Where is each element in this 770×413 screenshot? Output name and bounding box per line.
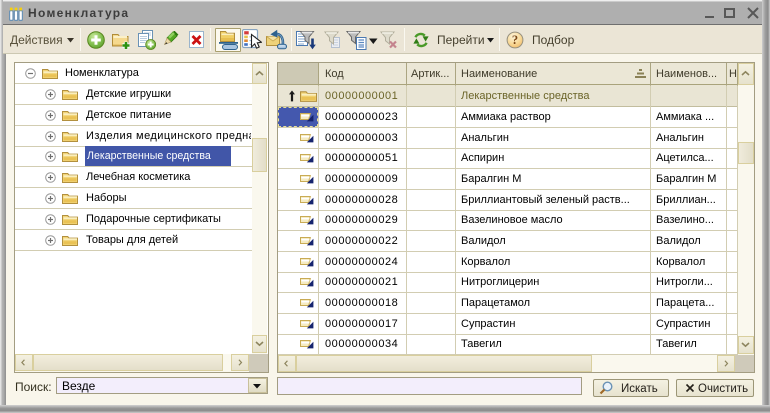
svg-text:?: ? bbox=[512, 33, 518, 47]
